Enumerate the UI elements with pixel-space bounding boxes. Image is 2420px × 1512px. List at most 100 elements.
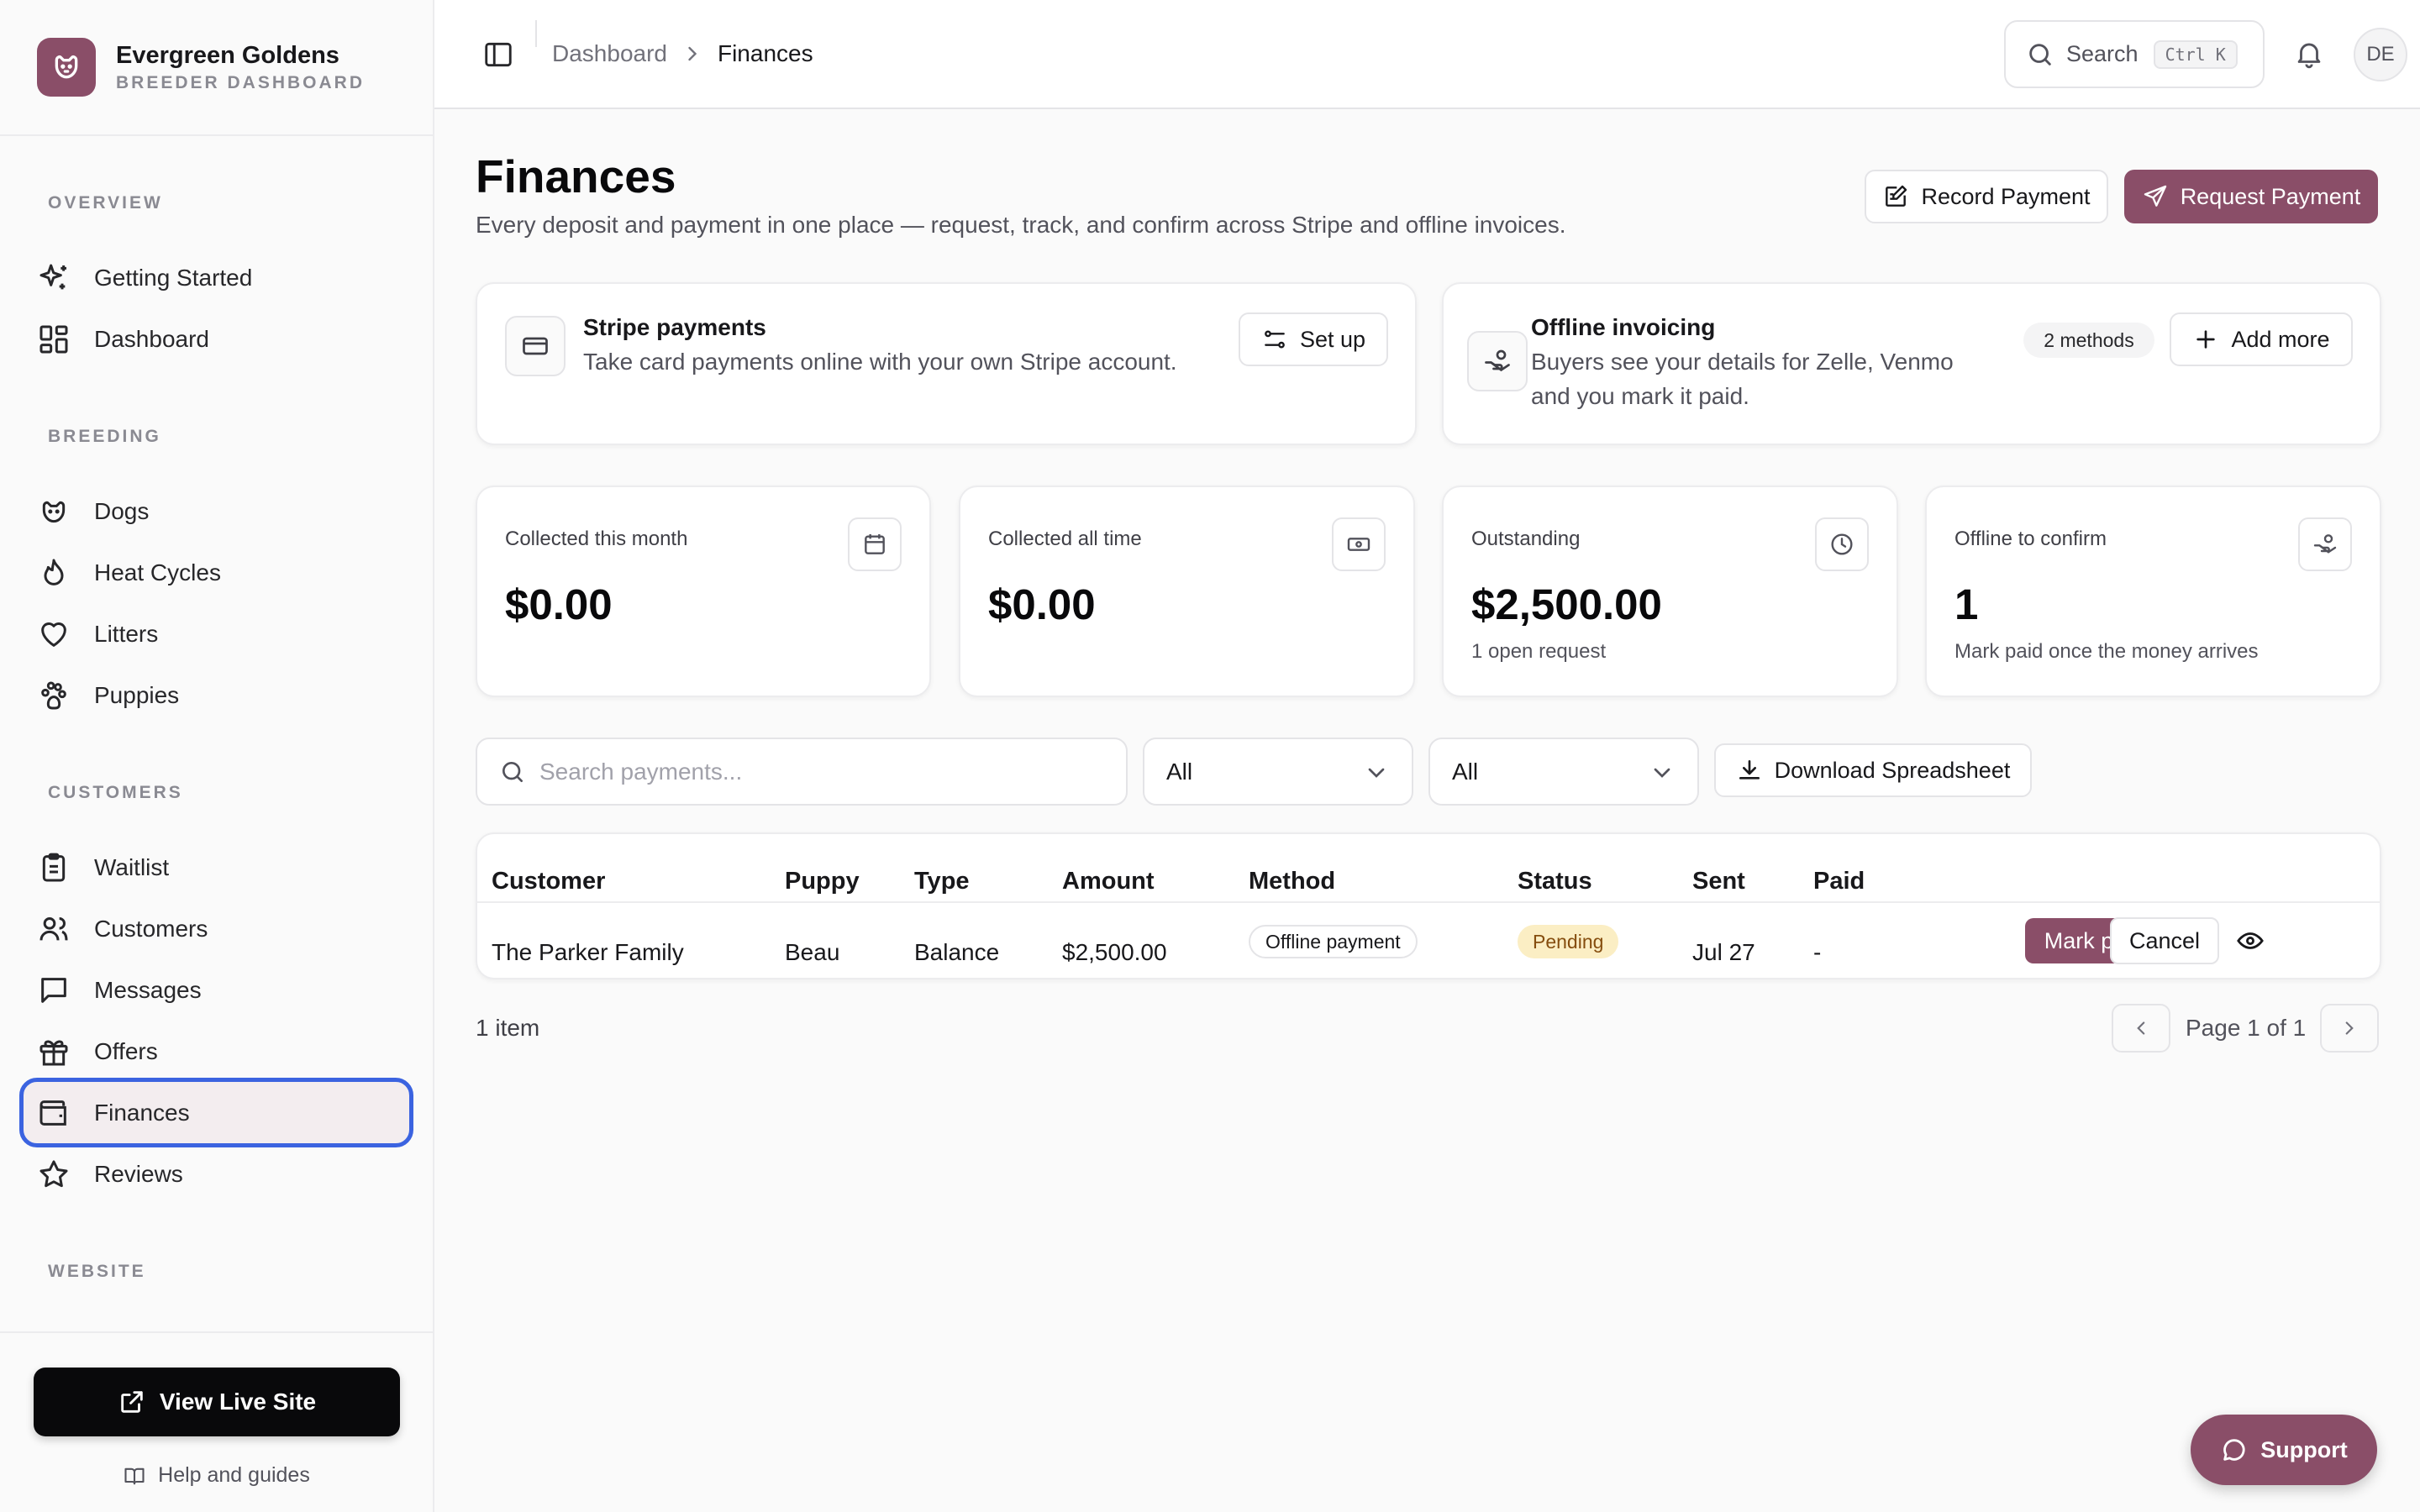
view-live-site-button[interactable]: View Live Site [34, 1368, 400, 1436]
main-content: Dashboard Finances Search Ctrl K DE Fina… [434, 0, 2420, 1512]
calendar-icon [865, 534, 885, 554]
next-page-button[interactable] [2320, 1004, 2379, 1053]
settings-sliders-icon [1265, 330, 1285, 349]
banknote-icon [1347, 538, 1370, 551]
sidebar-item-customers[interactable]: Customers [24, 898, 409, 959]
plus-icon [2196, 330, 2216, 349]
sidebar-footer: View Live Site Help and guides [0, 1331, 433, 1512]
view-live-site-label: View Live Site [159, 1389, 317, 1415]
column-header: Puppy [785, 868, 860, 895]
sidebar-item-reviews[interactable]: Reviews [24, 1143, 409, 1205]
nav-heading-breeding: BREEDING [48, 427, 161, 446]
record-payment-button[interactable]: Record Payment [1865, 170, 2108, 223]
nav-heading-website: WEBSITE [48, 1262, 146, 1281]
download-spreadsheet-button[interactable]: Download Spreadsheet [1714, 743, 2032, 797]
cancel-button[interactable]: Cancel [2110, 917, 2219, 964]
record-payment-label: Record Payment [1921, 183, 2091, 209]
sidebar-item-label: Customers [94, 915, 208, 942]
cell-type: Balance [914, 939, 1000, 965]
stripe-setup-button[interactable]: Set up [1239, 312, 1388, 366]
eye-icon[interactable] [2236, 927, 2265, 955]
add-more-label: Add more [2231, 326, 2330, 352]
status-badge: Pending [1518, 925, 1619, 958]
sidebar-item-heat-cycles[interactable]: Heat Cycles [24, 542, 409, 603]
bell-icon[interactable] [2293, 38, 2325, 70]
nav-heading-overview: OVERVIEW [48, 193, 163, 213]
avatar[interactable]: DE [2354, 28, 2407, 81]
sidebar-item-litters[interactable]: Litters [24, 603, 409, 664]
stripe-desc: Take card payments online with your own … [583, 349, 1177, 375]
topbar: Dashboard Finances Search Ctrl K DE [434, 0, 2420, 109]
search-label: Search [2066, 41, 2139, 66]
heart-icon [41, 622, 66, 647]
request-payment-button[interactable]: Request Payment [2124, 170, 2378, 223]
sidebar-item-dashboard[interactable]: Dashboard [24, 308, 409, 370]
payments-search-input[interactable]: Search payments... [476, 738, 1128, 806]
stat-value: $0.00 [988, 580, 1096, 628]
page-indicator: Page 1 of 1 [2186, 1015, 2307, 1041]
sidebar-item-label: Dogs [94, 497, 150, 524]
brand-subtitle: BREEDER DASHBOARD [116, 72, 366, 92]
sidebar-item-puppies[interactable]: Puppies [24, 664, 409, 726]
cell-paid: - [1813, 939, 1822, 965]
dog-icon [42, 501, 66, 522]
edit-icon [1886, 185, 1907, 207]
offline-icon-box [1467, 331, 1528, 391]
sidebar-item-label: Dashboard [94, 325, 209, 352]
sidebar-item-finances[interactable]: Finances [19, 1078, 413, 1147]
column-header: Paid [1813, 868, 1865, 895]
sidebar-item-offers[interactable]: Offers [24, 1021, 409, 1082]
sidebar-item-label: Litters [94, 620, 159, 647]
sidebar-item-getting-started[interactable]: Getting Started [24, 247, 409, 308]
chevron-right-icon [2345, 1021, 2354, 1035]
status-filter-select[interactable]: All [1428, 738, 1699, 806]
offline-invoicing-card: Offline invoicing Buyers see your detail… [1442, 282, 2381, 445]
download-icon [1739, 760, 1760, 780]
sidebar-toggle-icon[interactable] [482, 39, 514, 71]
card-icon-box [505, 316, 566, 376]
stat-card-collected-all-time: Collected all time $0.00 [959, 486, 1415, 697]
sidebar-item-label: Finances [94, 1099, 190, 1126]
stripe-payments-card: Stripe payments Take card payments onlin… [476, 282, 1417, 445]
sidebar-item-label: Getting Started [94, 264, 253, 291]
gift-icon [39, 1040, 68, 1065]
previous-page-button[interactable] [2112, 1004, 2170, 1053]
sidebar-item-messages[interactable]: Messages [24, 959, 409, 1021]
stat-label: Collected all time [988, 528, 1142, 550]
cell-sent: Jul 27 [1692, 939, 1755, 965]
global-search-button[interactable]: Search Ctrl K [2004, 20, 2265, 88]
brand[interactable]: Evergreen Goldens BREEDER DASHBOARD [0, 0, 433, 136]
chevron-down-icon [1654, 768, 1670, 778]
sidebar-item-waitlist[interactable]: Waitlist [24, 837, 409, 898]
chevron-left-icon [2137, 1021, 2145, 1035]
stat-value: $2,500.00 [1471, 580, 1662, 628]
breadcrumb: Dashboard Finances [552, 40, 813, 67]
stat-note: Mark paid once the money arrives [1954, 640, 2259, 663]
dog-logo-icon [37, 38, 96, 97]
method-badge: Offline payment [1249, 925, 1418, 958]
offline-desc-line2: and you mark it paid. [1531, 383, 1749, 409]
help-label: Help and guides [158, 1463, 310, 1487]
add-more-button[interactable]: Add more [2170, 312, 2353, 366]
stat-card-outstanding: Outstanding $2,500.00 1 open request [1442, 486, 1898, 697]
stat-card-collected-month: Collected this month $0.00 [476, 486, 931, 697]
message-icon [41, 977, 66, 1003]
column-header: Amount [1062, 868, 1155, 895]
sidebar-item-label: Messages [94, 976, 202, 1003]
send-icon [2144, 185, 2166, 207]
type-filter-select[interactable]: All [1143, 738, 1413, 806]
stat-value: 1 [1954, 580, 1979, 628]
users-icon [39, 916, 68, 940]
column-header: Sent [1692, 868, 1745, 895]
sidebar-item-label: Offers [94, 1037, 158, 1064]
dashboard-grid-icon [39, 325, 68, 353]
type-filter-value: All [1166, 758, 1193, 785]
stat-label: Offline to confirm [1954, 528, 2107, 550]
stat-icon-box [1815, 517, 1869, 571]
breadcrumb-dashboard[interactable]: Dashboard [552, 40, 667, 67]
stat-label: Collected this month [505, 528, 688, 550]
support-button[interactable]: Support [2191, 1415, 2377, 1485]
sidebar-item-dogs[interactable]: Dogs [24, 480, 409, 542]
download-label: Download Spreadsheet [1774, 757, 2011, 783]
help-link[interactable]: Help and guides [0, 1463, 433, 1488]
